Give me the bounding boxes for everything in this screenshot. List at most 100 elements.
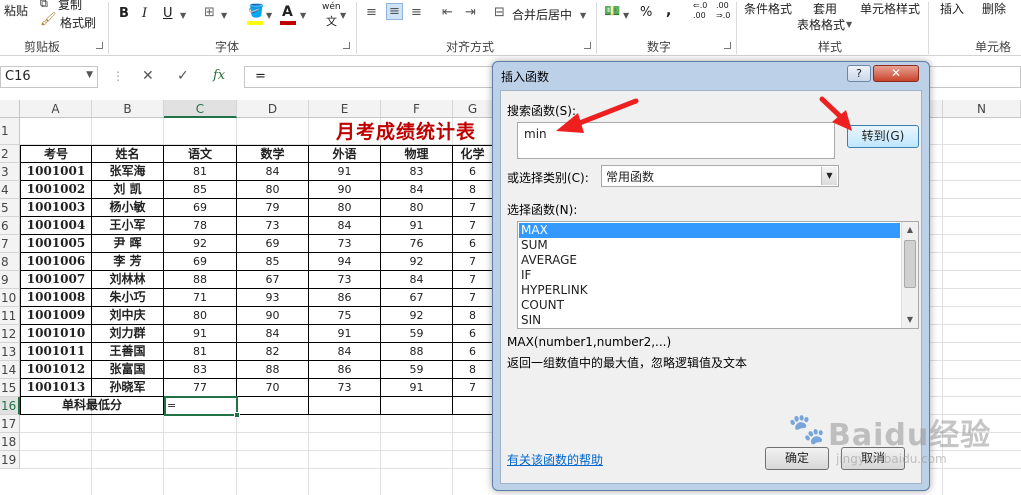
table-cell[interactable]: 张军海 [92,163,164,181]
copy-icon[interactable]: ⧉ [40,0,48,11]
font-launcher[interactable] [343,42,350,49]
column-header[interactable]: C [164,100,237,118]
table-cell[interactable]: 86 [309,361,381,379]
active-cell-outline[interactable] [164,396,240,418]
column-header[interactable]: N [943,100,1021,118]
column-header[interactable]: A [20,100,92,118]
currency-icon[interactable]: 💵 [604,4,620,19]
table-cell[interactable]: 69 [237,235,309,253]
table-cell[interactable]: 1001002 [20,181,92,199]
table-cell[interactable]: 1001005 [20,235,92,253]
clipboard-launcher[interactable] [96,42,103,49]
table-cell[interactable]: 孙晓军 [92,379,164,397]
function-list-item[interactable]: IF [519,268,900,283]
merge-center-icon[interactable]: ⊟ [494,5,505,20]
align-right-icon[interactable]: ≡ [411,5,422,20]
table-cell[interactable]: 90 [309,181,381,199]
row-header[interactable]: 14 [0,361,20,379]
table-cell[interactable]: 84 [237,163,309,181]
phonetic-icon[interactable]: wén [322,2,341,12]
function-list-item[interactable]: COUNT [519,298,900,313]
table-cell[interactable]: 92 [381,307,453,325]
table-cell[interactable]: 王小军 [92,217,164,235]
name-box[interactable]: C16 ▼ [0,66,98,88]
table-cell[interactable]: 69 [164,199,237,217]
table-cell[interactable]: 84 [237,325,309,343]
table-cell[interactable] [381,397,453,415]
function-list-item[interactable]: HYPERLINK [519,283,900,298]
merge-center-button[interactable]: 合并后居中 [512,6,572,23]
select-all-corner[interactable] [0,100,20,118]
table-cell[interactable]: 69 [164,253,237,271]
paste-button[interactable]: 粘贴 [4,2,28,19]
table-cell[interactable]: 84 [381,181,453,199]
table-cell[interactable]: 1001003 [20,199,92,217]
table-cell[interactable]: 77 [164,379,237,397]
underline-dropdown-icon[interactable]: ▼ [180,11,186,20]
scroll-down-icon[interactable]: ▼ [902,312,918,328]
table-cell[interactable]: 1001004 [20,217,92,235]
table-cell[interactable]: 尹 晖 [92,235,164,253]
scroll-up-icon[interactable]: ▲ [902,222,918,238]
row-header[interactable]: 8 [0,253,20,271]
table-cell[interactable]: 杨小敏 [92,199,164,217]
table-header-cell[interactable]: 数学 [237,145,309,163]
increase-indent-icon[interactable]: ⇥ [465,5,476,20]
fill-handle[interactable] [234,412,240,418]
align-left-icon[interactable]: ≡ [366,5,377,20]
help-button[interactable]: ? [847,65,871,82]
phonetic-dropdown-icon[interactable]: ▼ [340,11,346,20]
fill-color-icon[interactable]: 🪣 [248,4,264,19]
table-cell[interactable]: 93 [237,289,309,307]
table-cell[interactable]: 刘林林 [92,271,164,289]
table-cell[interactable]: 67 [381,289,453,307]
table-cell[interactable]: 70 [237,379,309,397]
chevron-down-icon[interactable]: ▼ [821,167,837,185]
table-cell[interactable]: 1001006 [20,253,92,271]
format-painter-button[interactable]: 格式刷 [60,14,96,31]
table-cell[interactable]: 59 [381,325,453,343]
bold-button[interactable]: B [119,6,129,21]
enter-icon[interactable]: ✓ [177,68,189,84]
row-header[interactable]: 5 [0,199,20,217]
underline-button[interactable]: U [163,6,173,21]
table-format-button[interactable]: 套用 [813,0,837,17]
format-painter-icon[interactable]: 🖌 [40,12,57,27]
row-header[interactable]: 6 [0,217,20,235]
table-cell[interactable]: 84 [309,217,381,235]
table-cell[interactable]: 82 [237,343,309,361]
help-link[interactable]: 有关该函数的帮助 [507,451,603,468]
function-list-item[interactable]: MAX [519,223,900,238]
row-header[interactable]: 9 [0,271,20,289]
table-cell[interactable]: 王善国 [92,343,164,361]
row-header[interactable]: 19 [0,451,20,469]
table-cell[interactable]: 88 [237,361,309,379]
table-cell[interactable]: 73 [309,379,381,397]
table-cell[interactable]: 90 [237,307,309,325]
table-cell[interactable] [309,397,381,415]
table-cell[interactable]: 91 [164,325,237,343]
table-cell[interactable]: 84 [381,271,453,289]
table-cell[interactable]: 78 [164,217,237,235]
table-cell[interactable]: 94 [309,253,381,271]
table-cell[interactable] [237,397,309,415]
table-header-cell[interactable]: 语文 [164,145,237,163]
table-cell[interactable]: 80 [164,307,237,325]
table-cell[interactable]: 6 [453,325,493,343]
table-cell[interactable]: 59 [381,361,453,379]
table-cell[interactable]: 7 [453,199,493,217]
table-cell[interactable]: 1001013 [20,379,92,397]
min-row-label[interactable]: 单科最低分 [20,397,164,415]
percent-button[interactable]: % [640,5,652,20]
table-cell[interactable]: 1001001 [20,163,92,181]
table-cell[interactable]: 76 [381,235,453,253]
column-header[interactable]: B [92,100,164,118]
table-cell[interactable]: 73 [309,271,381,289]
font-color-icon[interactable]: A [282,4,293,20]
copy-button[interactable]: 复制 [58,0,82,13]
column-header[interactable]: D [237,100,309,118]
decrease-indent-icon[interactable]: ⇤ [442,5,453,20]
insert-function-icon[interactable]: fx [213,68,225,83]
table-format-button-line2[interactable]: 表格格式 [797,16,845,33]
column-header[interactable]: G [453,100,493,118]
